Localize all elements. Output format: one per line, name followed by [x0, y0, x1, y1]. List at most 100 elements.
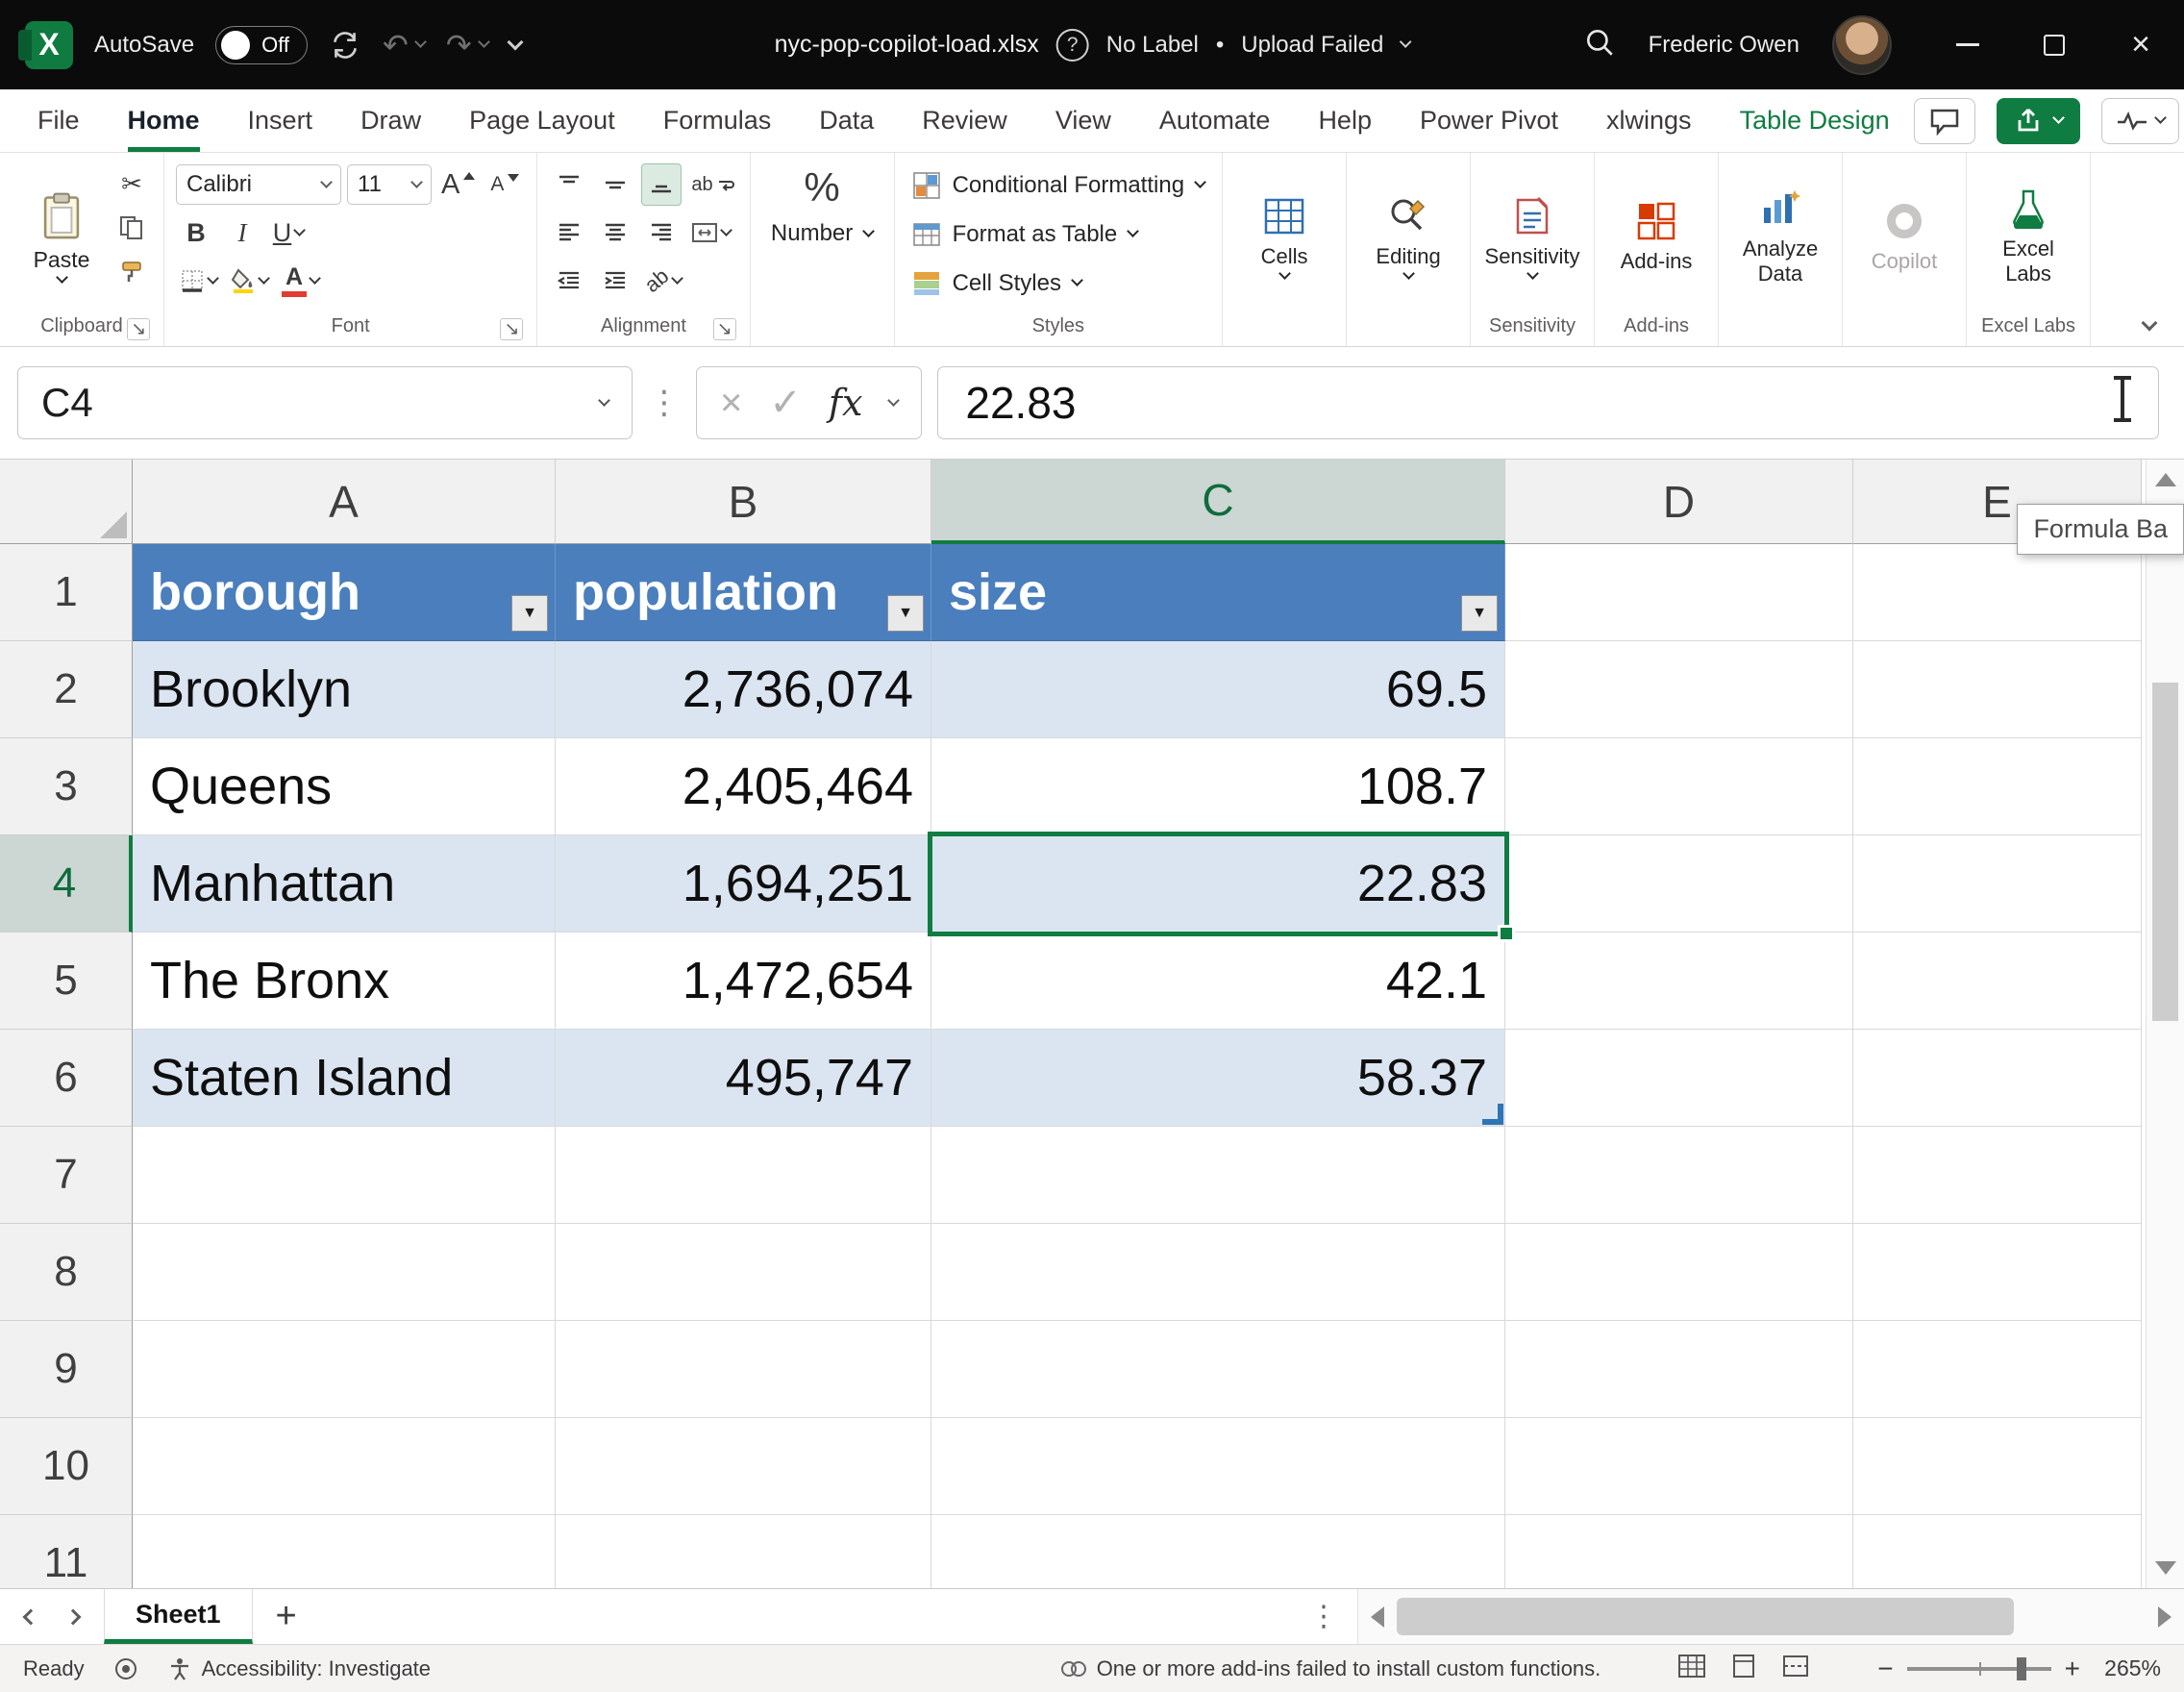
tab-view[interactable]: View	[1031, 89, 1135, 152]
column-header-A[interactable]: A	[133, 460, 556, 544]
clipboard-dialog-launcher[interactable]: ↘	[127, 318, 150, 340]
cell-D9[interactable]	[1505, 1321, 1853, 1418]
column-header-C[interactable]: C	[931, 460, 1505, 544]
merge-center-button[interactable]	[687, 212, 734, 254]
tab-data[interactable]: Data	[795, 89, 898, 152]
cell-B1[interactable]: population▼	[556, 544, 931, 641]
horizontal-scrollbar-thumb[interactable]	[1397, 1598, 2014, 1635]
percent-style-button[interactable]: %	[804, 164, 839, 211]
align-right-button[interactable]	[641, 212, 682, 254]
close-button[interactable]: ×	[2097, 0, 2184, 89]
cell-C5[interactable]: 42.1	[931, 933, 1505, 1030]
underline-button[interactable]: U	[268, 212, 309, 254]
document-title[interactable]: nyc-pop-copilot-load.xlsx	[775, 31, 1039, 59]
cell-styles-button[interactable]: Cell Styles	[906, 259, 1210, 308]
copilot-button[interactable]: Copilot	[1854, 161, 1954, 311]
align-left-button[interactable]	[549, 212, 589, 254]
row-header-3[interactable]: 3	[0, 738, 133, 835]
scroll-down-button[interactable]	[2147, 1552, 2184, 1584]
vertical-scrollbar-thumb[interactable]	[2152, 683, 2178, 1021]
cell-A6[interactable]: Staten Island	[133, 1030, 556, 1127]
format-painter-button[interactable]	[112, 251, 152, 293]
cell-E10[interactable]	[1853, 1418, 2142, 1515]
cell-E6[interactable]	[1853, 1030, 2142, 1127]
horizontal-scrollbar[interactable]	[1357, 1589, 2184, 1644]
filter-button-size[interactable]: ▼	[1461, 595, 1498, 632]
analyze-data-button[interactable]: Analyze Data	[1730, 161, 1830, 311]
fill-color-button[interactable]	[227, 260, 272, 302]
conditional-formatting-button[interactable]: Conditional Formatting	[906, 161, 1210, 210]
filter-button-population[interactable]: ▼	[887, 595, 924, 632]
share-button[interactable]	[1997, 98, 2080, 144]
italic-button[interactable]: I	[222, 212, 262, 254]
cell-C10[interactable]	[931, 1418, 1505, 1515]
tab-xlwings[interactable]: xlwings	[1582, 89, 1716, 152]
cell-C3[interactable]: 108.7	[931, 738, 1505, 835]
enter-icon[interactable]: ✓	[769, 381, 802, 425]
upload-status[interactable]: Upload Failed	[1241, 32, 1383, 59]
zoom-slider-thumb[interactable]	[2017, 1657, 2026, 1680]
alignment-dialog-launcher[interactable]: ↘	[713, 318, 736, 340]
cell-E7[interactable]	[1853, 1127, 2142, 1224]
sheet-tab-sheet1[interactable]: Sheet1	[104, 1589, 253, 1644]
cell-E2[interactable]	[1853, 641, 2142, 738]
cancel-icon[interactable]: ×	[720, 382, 742, 425]
maximize-button[interactable]	[2011, 0, 2097, 89]
tab-home[interactable]: Home	[104, 89, 224, 152]
minimize-button[interactable]	[1924, 0, 2011, 89]
decrease-indent-button[interactable]	[549, 260, 589, 302]
row-header-1[interactable]: 1	[0, 544, 133, 641]
shrink-font-button[interactable]: A	[484, 163, 525, 206]
cell-B2[interactable]: 2,736,074	[556, 641, 931, 738]
zoom-out-button[interactable]: −	[1877, 1654, 1893, 1684]
cell-E3[interactable]	[1853, 738, 2142, 835]
tab-review[interactable]: Review	[898, 89, 1031, 152]
cell-C2[interactable]: 69.5	[931, 641, 1505, 738]
previous-sheet-button[interactable]	[23, 1608, 39, 1625]
cell-E8[interactable]	[1853, 1224, 2142, 1321]
cell-D3[interactable]	[1505, 738, 1853, 835]
cell-A1[interactable]: borough▼	[133, 544, 556, 641]
cell-B8[interactable]	[556, 1224, 931, 1321]
cell-E5[interactable]	[1853, 933, 2142, 1030]
add-sheet-button[interactable]: +	[253, 1589, 320, 1644]
font-size-select[interactable]: 11	[347, 164, 432, 205]
tab-insert[interactable]: Insert	[224, 89, 337, 152]
row-header-9[interactable]: 9	[0, 1321, 133, 1418]
cell-A11[interactable]	[133, 1515, 556, 1588]
cell-D4[interactable]	[1505, 835, 1853, 933]
middle-align-button[interactable]	[595, 163, 635, 206]
normal-view-button[interactable]	[1677, 1654, 1706, 1684]
sensitivity-button[interactable]: Sensitivity	[1482, 161, 1582, 311]
cell-D6[interactable]	[1505, 1030, 1853, 1127]
row-header-2[interactable]: 2	[0, 641, 133, 738]
undo-button[interactable]: ↶	[383, 27, 425, 63]
comments-button[interactable]	[1914, 98, 1975, 144]
quick-access-customize-button[interactable]	[509, 42, 521, 48]
scroll-right-button[interactable]	[2147, 1589, 2182, 1644]
search-button[interactable]	[1583, 26, 1616, 63]
cell-A5[interactable]: The Bronx	[133, 933, 556, 1030]
row-header-5[interactable]: 5	[0, 933, 133, 1030]
cell-E4[interactable]	[1853, 835, 2142, 933]
cell-C1[interactable]: size▼	[931, 544, 1505, 641]
cell-A8[interactable]	[133, 1224, 556, 1321]
cell-A3[interactable]: Queens	[133, 738, 556, 835]
cell-B4[interactable]: 1,694,251	[556, 835, 931, 933]
align-center-button[interactable]	[595, 212, 635, 254]
cell-C7[interactable]	[931, 1127, 1505, 1224]
format-as-table-button[interactable]: Format as Table	[906, 210, 1210, 259]
cell-E9[interactable]	[1853, 1321, 2142, 1418]
tab-formulas[interactable]: Formulas	[639, 89, 796, 152]
copy-button[interactable]	[112, 207, 152, 249]
cell-C11[interactable]	[931, 1515, 1505, 1588]
cell-E1[interactable]	[1853, 544, 2142, 641]
increase-indent-button[interactable]	[595, 260, 635, 302]
cell-B7[interactable]	[556, 1127, 931, 1224]
name-box[interactable]: C4	[17, 366, 633, 439]
row-header-6[interactable]: 6	[0, 1030, 133, 1127]
addin-error-message[interactable]: One or more add-ins failed to install cu…	[1060, 1656, 1601, 1681]
bold-button[interactable]: B	[176, 212, 216, 254]
cell-D8[interactable]	[1505, 1224, 1853, 1321]
table-resize-handle[interactable]	[1482, 1104, 1503, 1125]
